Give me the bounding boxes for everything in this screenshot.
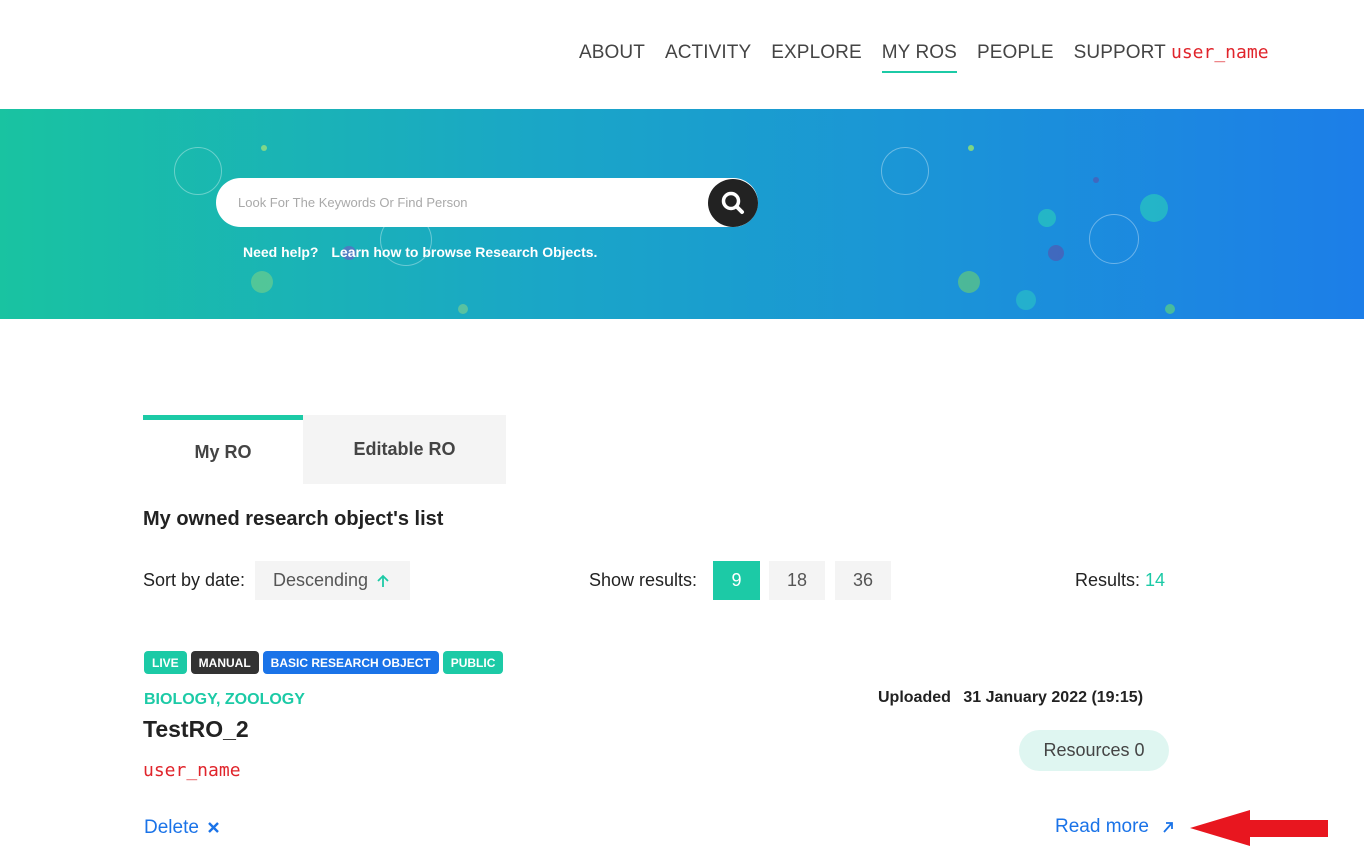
page-size-option-18[interactable]: 18 xyxy=(769,561,825,600)
decor-dot xyxy=(1048,245,1064,261)
sort-select[interactable]: Descending xyxy=(255,561,410,600)
search-box xyxy=(216,178,758,227)
decor-dot xyxy=(261,145,267,151)
help-text: Need help? Learn how to browse Research … xyxy=(243,244,606,260)
ro-owner[interactable]: user_name xyxy=(143,760,241,781)
decor-dot xyxy=(1038,209,1056,227)
annotation-arrow-icon xyxy=(1190,810,1328,846)
list-title: My owned research object's list xyxy=(143,508,444,530)
top-navigation: ABOUT ACTIVITY EXPLORE MY ROS PEOPLE SUP… xyxy=(0,0,1364,109)
decor-chart-icon xyxy=(174,147,222,195)
results-count: Results: 14 xyxy=(1075,570,1165,591)
nav-links: ABOUT ACTIVITY EXPLORE MY ROS PEOPLE SUP… xyxy=(579,42,1186,73)
nav-item-about[interactable]: ABOUT xyxy=(579,42,645,73)
page-size-option-36[interactable]: 36 xyxy=(835,561,891,600)
search-banner: Need help? Learn how to browse Research … xyxy=(0,109,1364,319)
decor-chart-icon xyxy=(881,147,929,195)
search-input[interactable] xyxy=(238,178,698,227)
search-button[interactable] xyxy=(708,179,758,227)
page-size-option-9[interactable]: 9 xyxy=(713,561,760,600)
nav-item-people[interactable]: PEOPLE xyxy=(977,42,1054,73)
upload-label: Uploaded xyxy=(878,689,951,706)
decor-dot xyxy=(958,271,980,293)
help-label: Need help? xyxy=(243,244,319,260)
decor-wave-icon xyxy=(1089,214,1139,264)
decor-dot xyxy=(251,271,273,293)
results-number: 14 xyxy=(1145,570,1166,590)
decor-dot xyxy=(1016,290,1036,310)
read-more-link[interactable]: Read more xyxy=(1055,816,1177,838)
nav-item-activity[interactable]: ACTIVITY xyxy=(665,42,751,73)
decor-dot xyxy=(1093,177,1099,183)
badge-manual: MANUAL xyxy=(190,651,259,674)
results-label: Results: xyxy=(1075,570,1141,590)
ro-title[interactable]: TestRO_2 xyxy=(143,716,249,743)
delete-button[interactable]: Delete xyxy=(144,817,223,839)
nav-item-my-ros[interactable]: MY ROS xyxy=(881,42,957,73)
decor-dot xyxy=(1165,304,1175,314)
user-menu[interactable]: user_name xyxy=(1171,42,1269,63)
nav-item-support[interactable]: SUPPORT xyxy=(1074,42,1166,73)
close-icon xyxy=(208,822,219,833)
decor-dot xyxy=(968,145,974,151)
delete-label: Delete xyxy=(144,817,199,838)
read-more-label: Read more xyxy=(1055,816,1149,837)
ro-categories[interactable]: BIOLOGY, ZOOLOGY xyxy=(144,691,305,709)
resources-badge[interactable]: Resources 0 xyxy=(1019,730,1169,771)
tab-editable-ro[interactable]: Editable RO xyxy=(303,415,506,484)
sort-value: Descending xyxy=(273,570,369,590)
ro-badges: LIVE MANUAL BASIC RESEARCH OBJECT PUBLIC xyxy=(144,651,507,674)
badge-live: LIVE xyxy=(144,651,187,674)
decor-dot xyxy=(1140,194,1168,222)
badge-visibility: PUBLIC xyxy=(442,651,504,674)
arrow-up-icon xyxy=(377,574,389,587)
show-results-label: Show results: xyxy=(589,570,698,590)
sort-label: Sort by date: xyxy=(143,570,246,590)
tab-my-ro[interactable]: My RO xyxy=(143,415,303,484)
badge-type: BASIC RESEARCH OBJECT xyxy=(262,651,439,674)
upload-date: Uploaded 31 January 2022 (19:15) xyxy=(878,689,1143,707)
ro-tabs: My RO Editable RO xyxy=(143,415,506,484)
nav-item-explore[interactable]: EXPLORE xyxy=(771,42,861,73)
help-link[interactable]: Learn how to browse Research Objects. xyxy=(331,244,597,260)
search-icon xyxy=(721,191,744,214)
decor-dot xyxy=(458,304,468,314)
external-arrow-icon xyxy=(1163,822,1173,833)
upload-date-value: 31 January 2022 (19:15) xyxy=(963,689,1144,706)
